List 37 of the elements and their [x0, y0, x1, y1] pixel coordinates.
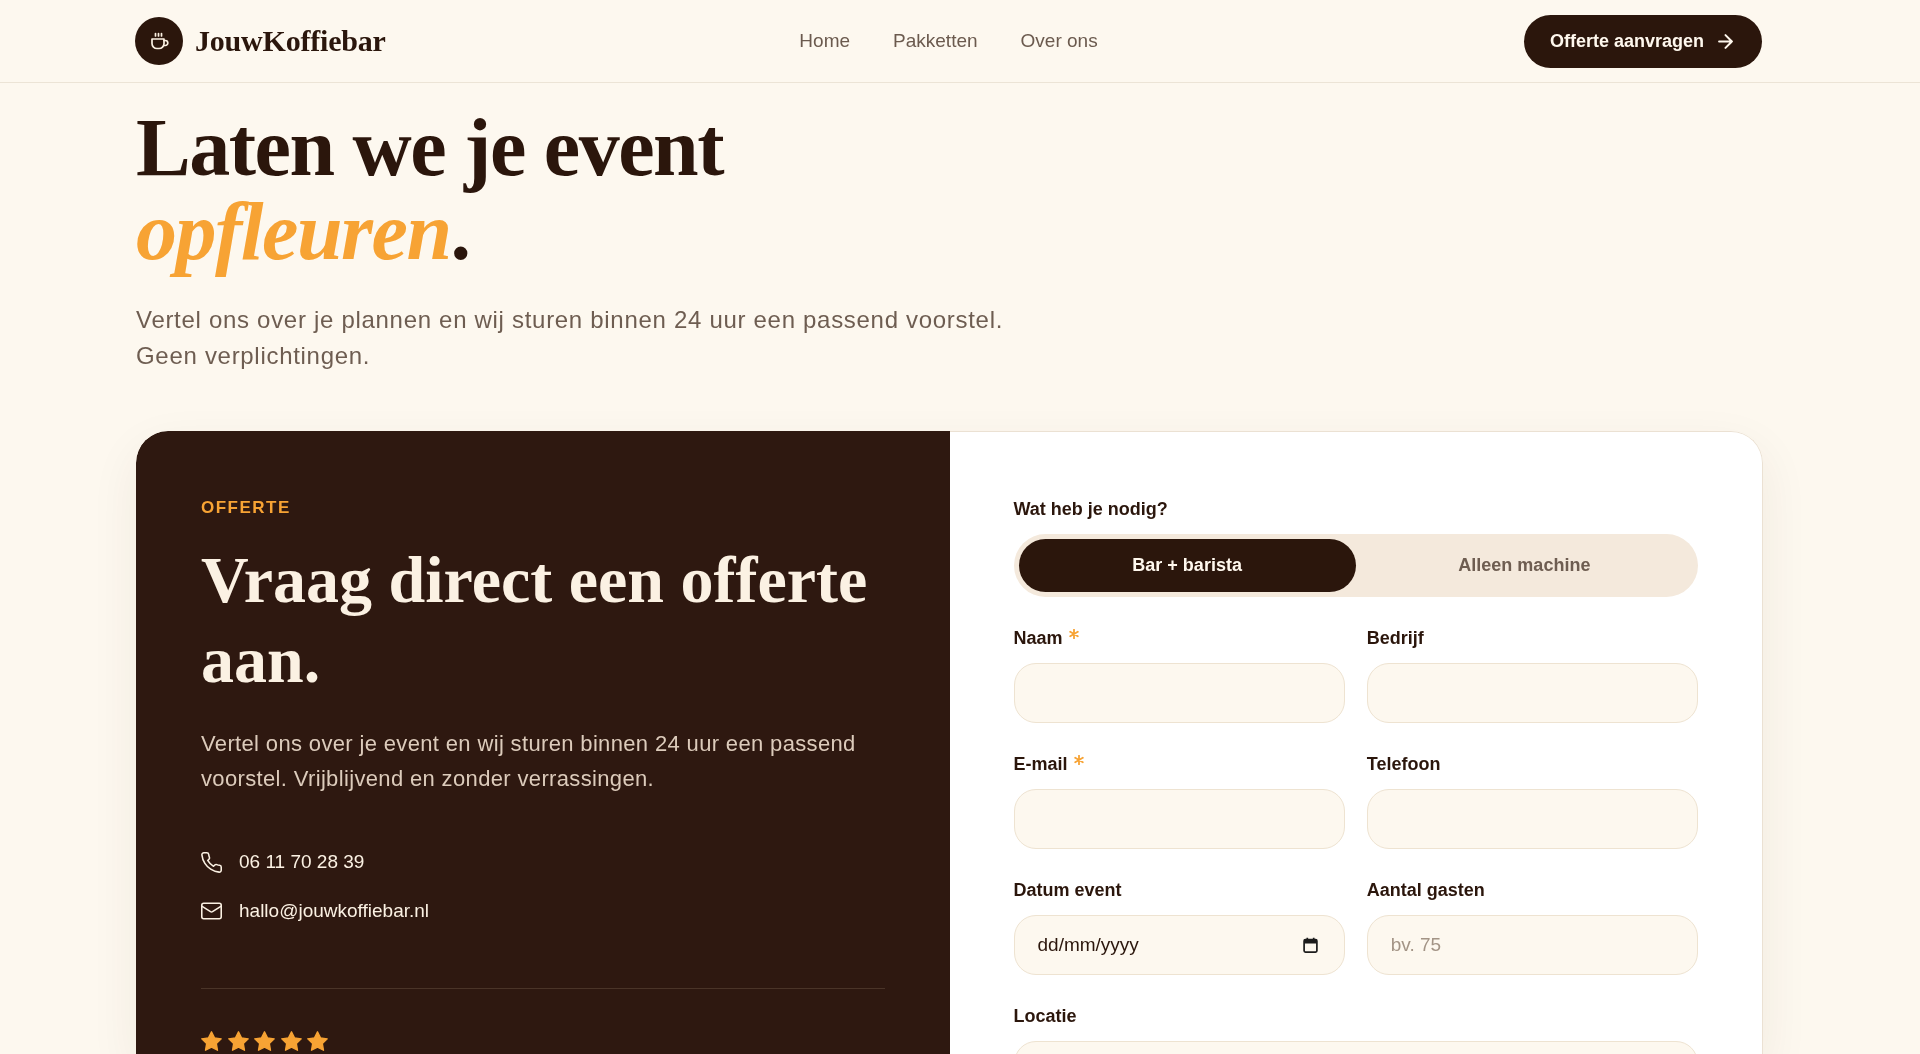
- panel-text: Vertel ons over je event en wij sturen binnen 24 uur een passend voorstel. Vrijblijvend en zonder verrassingen.: [201, 730, 857, 793]
- phone-link[interactable]: 06 11 70 28 39: [239, 849, 365, 875]
- nav-link[interactable]: Home: [799, 30, 851, 52]
- arrow-right-icon: [1718, 33, 1733, 49]
- field-label: Aantal gasten: [1366, 879, 1485, 901]
- star-icon: [254, 1031, 275, 1051]
- star-icon: [307, 1031, 328, 1051]
- field-label: Datum event: [1013, 879, 1122, 901]
- logo-text[interactable]: JouwKoffiebar: [195, 26, 386, 56]
- email-link[interactable]: hallo@jouwkoffiebar.nl: [239, 898, 430, 924]
- input-field[interactable]: [1366, 663, 1698, 723]
- star-icon: [227, 1031, 249, 1051]
- panel-heading: Vraag direct een offerte aan.: [201, 542, 869, 698]
- option-tab[interactable]: Alleen machine: [1355, 539, 1693, 592]
- field-label: Locatie: [1013, 1005, 1077, 1027]
- star-icon: [280, 1031, 302, 1051]
- section-label: OFFERTE: [201, 497, 292, 519]
- phone-icon: [201, 851, 222, 873]
- nav-link[interactable]: Over ons: [1020, 30, 1098, 52]
- field-label: E-mail: [1013, 753, 1068, 775]
- input-field[interactable]: bv. 75: [1366, 915, 1698, 975]
- star-icon: [201, 1031, 222, 1051]
- field-label: Bedrijf: [1366, 627, 1424, 649]
- cup-icon: [135, 17, 183, 65]
- input-field[interactable]: [1013, 789, 1345, 849]
- nav-link[interactable]: Pakketten: [893, 30, 978, 52]
- option-tab[interactable]: Bar + barista: [1018, 539, 1356, 592]
- intro-text: Vertel ons over je plannen en wij sturen binnen 24 uur een passend voorstel. Geen verplichtingen.: [136, 305, 1005, 371]
- input-field[interactable]: [1013, 663, 1345, 723]
- field-label: Wat heb je nodig?: [1013, 498, 1169, 520]
- quote-button[interactable]: Offerte aanvragen: [1523, 14, 1762, 68]
- input-field[interactable]: [1366, 789, 1698, 849]
- mail-icon: [201, 902, 222, 920]
- date-field[interactable]: dd/mm/yyyy: [1013, 915, 1345, 975]
- field-label: Naam: [1013, 627, 1063, 649]
- calendar-icon: [1302, 937, 1318, 953]
- field-label: Telefoon: [1366, 753, 1441, 775]
